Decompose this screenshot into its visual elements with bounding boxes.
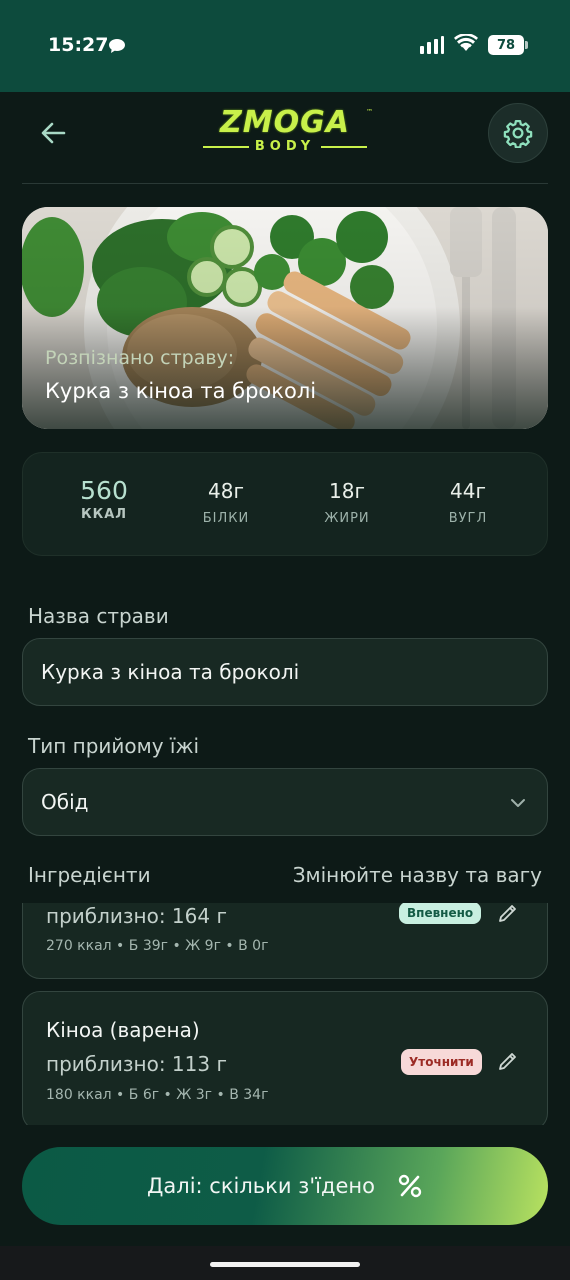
macro-label: ВУГЛ — [448, 511, 488, 526]
app-logo: ZMOGA ™ BODY — [195, 108, 375, 156]
wifi-icon — [454, 33, 478, 56]
next-portion-button[interactable]: Далі: скільки з'їдено — [22, 1147, 548, 1225]
macro-value: 48г — [208, 479, 244, 503]
home-indicator[interactable] — [210, 1262, 360, 1267]
ingredient-card[interactable]: Кіноа (варена) приблизно: 113 г 180 ккал… — [22, 991, 548, 1125]
macro-value: 44г — [450, 479, 486, 503]
ingredient-nutrition: 180 ккал • Б 6г • Ж 3г • В 34г — [46, 1087, 269, 1103]
macro-protein: 48г БІЛКИ — [166, 477, 286, 526]
settings-button[interactable] — [488, 103, 548, 163]
macros-summary: 560 ККАЛ 48г БІЛКИ 18г ЖИРИ 44г ВУГЛ — [22, 452, 548, 556]
status-bar: 15:27 78 — [0, 0, 570, 92]
meal-type-select[interactable]: Обід — [22, 768, 548, 836]
battery-icon: 78 — [488, 35, 528, 55]
ingredients-list[interactable]: приблизно: 164 г 270 ккал • Б 39г • Ж 9г… — [0, 903, 570, 1125]
meal-type-value: Обід — [41, 790, 89, 814]
logo-wordmark: ZMOGA — [220, 105, 350, 140]
ingredients-hint: Змінюйте назву та вагу — [292, 863, 542, 887]
arrow-left-icon — [41, 122, 66, 144]
macro-label: БІЛКИ — [202, 511, 250, 526]
signal-icon — [420, 36, 444, 54]
status-time: 15:27 — [48, 34, 109, 56]
macro-fat: 18г ЖИРИ — [287, 477, 407, 526]
percent-icon — [398, 1174, 422, 1198]
macro-calories: 560 ККАЛ — [44, 476, 164, 523]
logo-trademark: ™ — [366, 108, 373, 116]
confidence-badge: Впевнено — [399, 903, 482, 924]
dish-photo-card: Розпізнано страву: Курка з кіноа та брок… — [22, 207, 548, 429]
ingredient-nutrition: 270 ккал • Б 39г • Ж 9г • В 0г — [46, 938, 269, 954]
meal-type-label: Тип прийому їжі — [28, 734, 200, 758]
dish-name-input[interactable]: Курка з кіноа та броколі — [22, 638, 548, 706]
recognized-dish-name: Курка з кіноа та броколі — [45, 379, 317, 403]
macro-carbs: 44г ВУГЛ — [408, 477, 528, 526]
header-divider — [22, 183, 548, 184]
macro-label: ЖИРИ — [324, 511, 370, 526]
status-indicators: 78 — [420, 33, 528, 56]
gear-icon — [503, 120, 533, 148]
ingredient-name: Кіноа (варена) — [46, 1018, 200, 1042]
macro-value: 560 — [80, 476, 128, 505]
macro-value: 18г — [329, 479, 365, 503]
dish-name-value: Курка з кіноа та броколі — [41, 660, 300, 684]
pencil-icon[interactable] — [496, 1049, 520, 1073]
confidence-badge: Уточнити — [401, 1049, 482, 1075]
ingredients-title: Інгредієнти — [28, 863, 151, 887]
ingredient-weight: приблизно: 164 г — [46, 904, 227, 928]
recognized-label: Розпізнано страву: — [45, 347, 235, 369]
chat-notification-icon — [108, 38, 126, 58]
logo-subtitle: BODY — [254, 139, 316, 154]
ingredient-weight: приблизно: 113 г — [46, 1052, 227, 1076]
next-button-label: Далі: скільки з'їдено — [147, 1174, 375, 1198]
back-button[interactable] — [36, 116, 70, 150]
dish-name-label: Назва страви — [28, 604, 169, 628]
pencil-icon[interactable] — [496, 903, 520, 925]
app-header: ZMOGA ™ BODY — [0, 92, 570, 184]
macro-label: ККАЛ — [80, 507, 128, 522]
ingredient-card[interactable]: приблизно: 164 г 270 ккал • Б 39г • Ж 9г… — [22, 903, 548, 979]
chevron-down-icon — [511, 799, 525, 807]
